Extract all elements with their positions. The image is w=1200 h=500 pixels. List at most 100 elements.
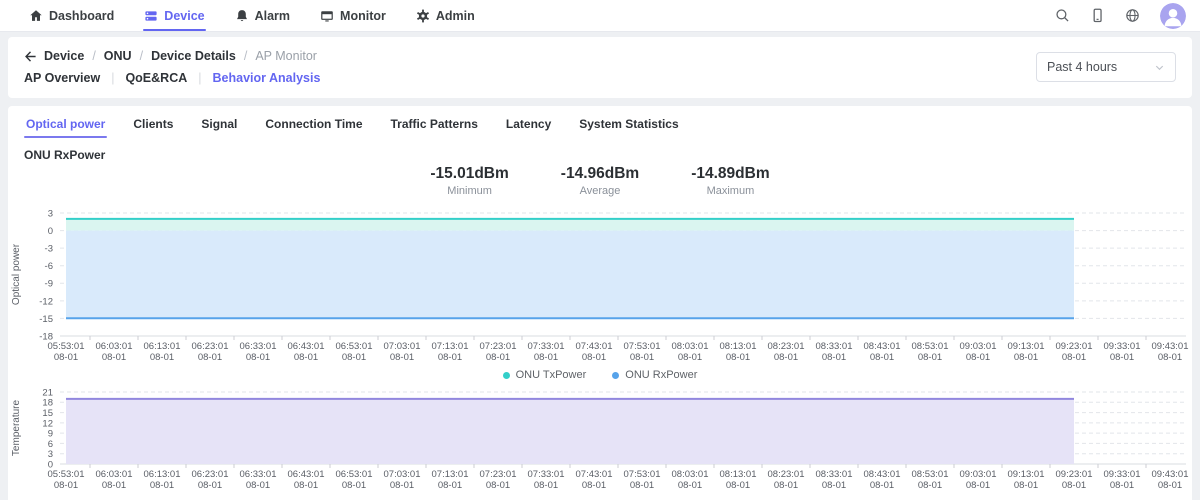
time-range-select[interactable]: Past 4 hours bbox=[1036, 52, 1176, 82]
legend-dot bbox=[502, 371, 510, 379]
svg-text:09:23:01: 09:23:01 bbox=[1056, 469, 1093, 480]
svg-text:08-01: 08-01 bbox=[1062, 352, 1086, 363]
stat-label: Average bbox=[579, 185, 621, 197]
globe-icon[interactable] bbox=[1125, 8, 1140, 23]
svg-text:07:43:01: 07:43:01 bbox=[576, 469, 613, 480]
svg-text:08-01: 08-01 bbox=[198, 352, 222, 363]
svg-text:Optical power: Optical power bbox=[11, 243, 22, 305]
svg-text:08-01: 08-01 bbox=[870, 352, 894, 363]
svg-text:-12: -12 bbox=[39, 296, 53, 307]
subnav-item-behavior-analysis[interactable]: Behavior Analysis bbox=[213, 71, 321, 85]
stat-label: Maximum bbox=[706, 185, 755, 197]
gear-icon bbox=[416, 9, 430, 23]
subnav-item-qoe-rca[interactable]: QoE&RCA bbox=[125, 71, 187, 85]
svg-text:08-01: 08-01 bbox=[150, 352, 174, 363]
breadcrumb: Device / ONU / Device Details / AP Monitor bbox=[24, 45, 320, 67]
breadcrumb-item-device-details[interactable]: Device Details bbox=[151, 49, 236, 63]
svg-text:08-01: 08-01 bbox=[870, 480, 894, 491]
svg-text:06:23:01: 06:23:01 bbox=[192, 341, 229, 352]
svg-text:09:43:01: 09:43:01 bbox=[1152, 469, 1189, 480]
nav-item-admin[interactable]: Admin bbox=[401, 0, 490, 31]
stat-minimum: -15.01dBm Minimum bbox=[430, 165, 508, 197]
svg-text:08-01: 08-01 bbox=[1014, 352, 1038, 363]
nav-item-alarm[interactable]: Alarm bbox=[220, 0, 305, 31]
nav-actions bbox=[1055, 2, 1186, 29]
phone-icon[interactable] bbox=[1090, 8, 1105, 23]
svg-text:08-01: 08-01 bbox=[1110, 480, 1134, 491]
svg-text:08-01: 08-01 bbox=[102, 352, 126, 363]
svg-text:08-01: 08-01 bbox=[822, 480, 846, 491]
svg-text:06:53:01: 06:53:01 bbox=[336, 341, 373, 352]
svg-text:08-01: 08-01 bbox=[678, 480, 702, 491]
svg-text:06:43:01: 06:43:01 bbox=[288, 469, 325, 480]
svg-text:07:13:01: 07:13:01 bbox=[432, 341, 469, 352]
svg-text:09:03:01: 09:03:01 bbox=[960, 469, 997, 480]
svg-text:07:03:01: 07:03:01 bbox=[384, 469, 421, 480]
subnav-item-ap-overview[interactable]: AP Overview bbox=[24, 71, 100, 85]
svg-text:08-01: 08-01 bbox=[486, 352, 510, 363]
stat-value: -15.01dBm bbox=[430, 165, 509, 182]
nav-item-device[interactable]: Device bbox=[129, 0, 219, 31]
svg-text:08:23:01: 08:23:01 bbox=[768, 341, 805, 352]
nav-item-dashboard[interactable]: Dashboard bbox=[14, 0, 129, 31]
svg-text:09:23:01: 09:23:01 bbox=[1056, 341, 1093, 352]
tab-latency[interactable]: Latency bbox=[492, 110, 565, 140]
legend-item-onu-rxpower[interactable]: ONU RxPower bbox=[612, 369, 697, 381]
back-arrow-icon[interactable] bbox=[24, 50, 37, 63]
svg-text:08:33:01: 08:33:01 bbox=[816, 341, 853, 352]
svg-text:08-01: 08-01 bbox=[822, 352, 846, 363]
svg-text:08-01: 08-01 bbox=[1158, 480, 1182, 491]
svg-text:08-01: 08-01 bbox=[246, 352, 270, 363]
temperature-chart: 21 18 15 12 9 6 3 0 05:53:01 08-01 06:03:01 08-01 06… bbox=[8, 387, 1192, 493]
svg-text:08-01: 08-01 bbox=[294, 480, 318, 491]
tab-clients[interactable]: Clients bbox=[119, 110, 187, 140]
nav-item-label: Dashboard bbox=[49, 8, 115, 23]
svg-text:08-01: 08-01 bbox=[1014, 480, 1038, 491]
svg-text:07:33:01: 07:33:01 bbox=[528, 469, 565, 480]
svg-text:09:13:01: 09:13:01 bbox=[1008, 469, 1045, 480]
legend-item-onu-txpower[interactable]: ONU TxPower bbox=[502, 369, 586, 381]
user-avatar[interactable] bbox=[1160, 2, 1186, 29]
svg-text:08-01: 08-01 bbox=[1062, 480, 1086, 491]
svg-text:07:33:01: 07:33:01 bbox=[528, 341, 565, 352]
search-icon[interactable] bbox=[1055, 8, 1070, 23]
alarm-icon bbox=[235, 9, 249, 23]
device-icon bbox=[144, 9, 158, 23]
svg-text:08-01: 08-01 bbox=[102, 480, 126, 491]
svg-text:08-01: 08-01 bbox=[342, 480, 366, 491]
svg-text:08-01: 08-01 bbox=[582, 352, 606, 363]
svg-text:08-01: 08-01 bbox=[438, 480, 462, 491]
legend-label: ONU RxPower bbox=[625, 369, 698, 381]
breadcrumb-item-onu[interactable]: ONU bbox=[104, 49, 132, 63]
svg-text:08-01: 08-01 bbox=[678, 352, 702, 363]
tab-system-statistics[interactable]: System Statistics bbox=[565, 110, 692, 140]
svg-text:08-01: 08-01 bbox=[726, 480, 750, 491]
svg-text:08-01: 08-01 bbox=[342, 352, 366, 363]
monitor-icon bbox=[320, 9, 334, 23]
svg-text:08-01: 08-01 bbox=[918, 352, 942, 363]
optical-power-chart: 3 0 -3 -6 -9 -12 -15 -18 05:53:01 08-01 06:03:01 08… bbox=[8, 205, 1192, 365]
svg-text:08:13:01: 08:13:01 bbox=[720, 469, 757, 480]
svg-text:Temperature: Temperature bbox=[11, 399, 22, 456]
svg-text:08:03:01: 08:03:01 bbox=[672, 469, 709, 480]
svg-text:08-01: 08-01 bbox=[918, 480, 942, 491]
nav-item-monitor[interactable]: Monitor bbox=[305, 0, 401, 31]
svg-text:08:33:01: 08:33:01 bbox=[816, 469, 853, 480]
tab-connection-time[interactable]: Connection Time bbox=[251, 110, 376, 140]
svg-text:-9: -9 bbox=[45, 279, 53, 290]
optical-power-chart-svg: 30-3-6-9-12-15-1805:53:0108-0106:03:0108… bbox=[11, 208, 1188, 363]
svg-text:06:33:01: 06:33:01 bbox=[240, 341, 277, 352]
svg-text:06:13:01: 06:13:01 bbox=[144, 341, 181, 352]
breadcrumb-item-device[interactable]: Device bbox=[44, 49, 84, 63]
nav-item-label: Alarm bbox=[254, 8, 291, 23]
svg-text:3: 3 bbox=[48, 208, 53, 219]
tab-traffic-patterns[interactable]: Traffic Patterns bbox=[377, 110, 492, 140]
svg-text:08:03:01: 08:03:01 bbox=[672, 341, 709, 352]
svg-text:05:53:01: 05:53:01 bbox=[48, 469, 85, 480]
tab-signal[interactable]: Signal bbox=[187, 110, 251, 140]
svg-text:08-01: 08-01 bbox=[54, 480, 78, 491]
svg-text:09:33:01: 09:33:01 bbox=[1104, 469, 1141, 480]
sub-navigation: AP Overview | QoE&RCA | Behavior Analysis bbox=[24, 67, 320, 89]
svg-text:08-01: 08-01 bbox=[390, 480, 414, 491]
tab-optical-power[interactable]: Optical power bbox=[12, 110, 119, 140]
